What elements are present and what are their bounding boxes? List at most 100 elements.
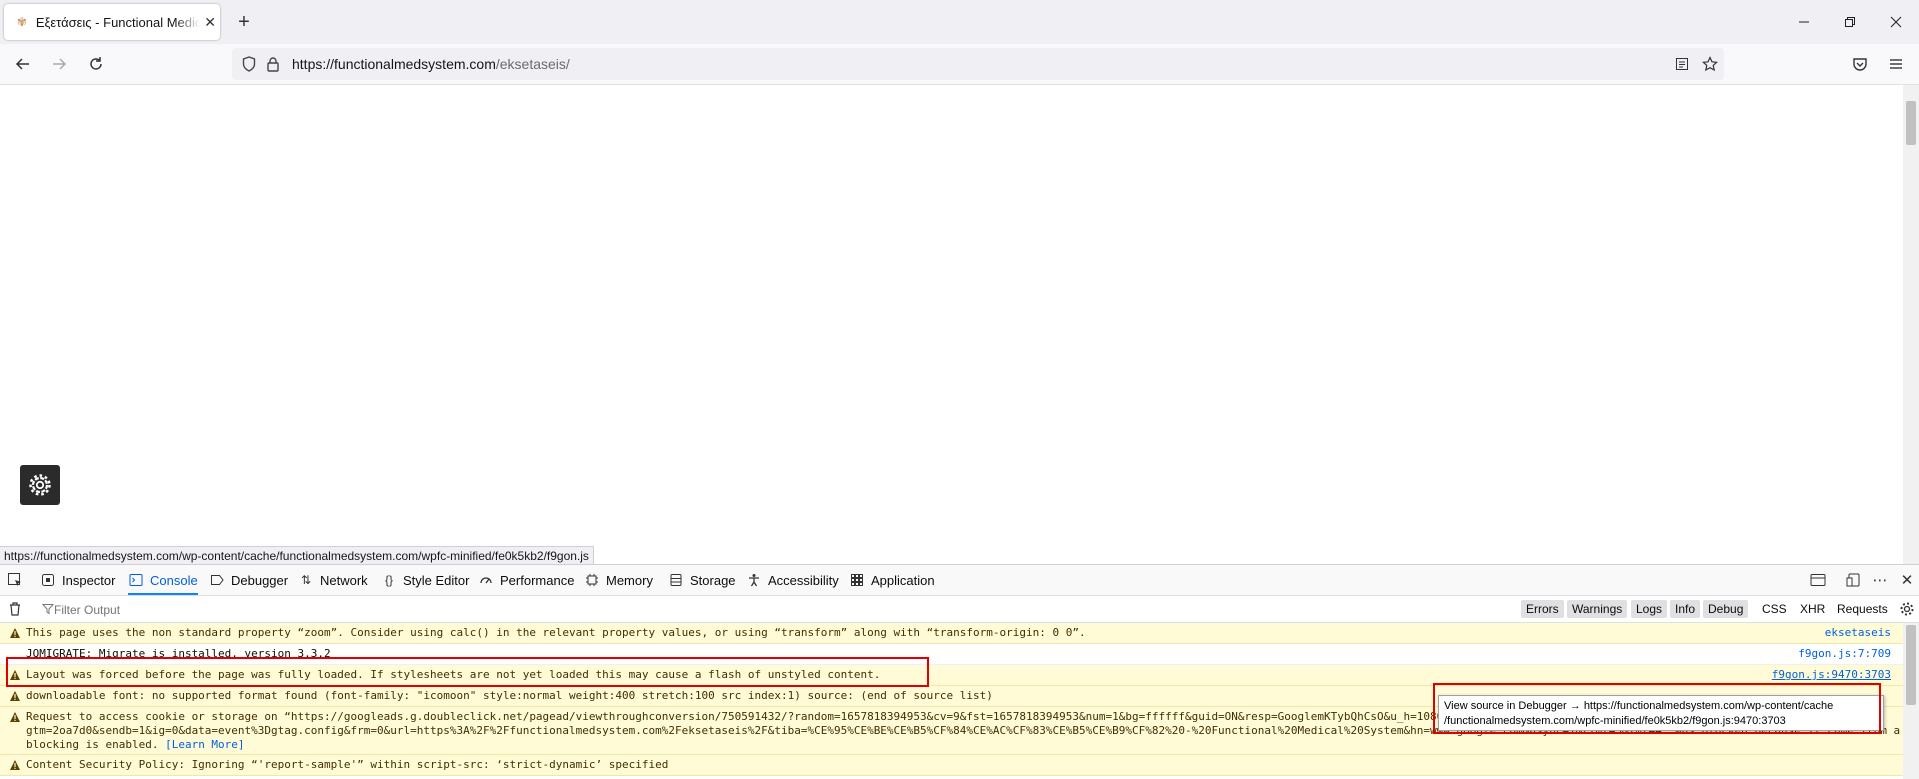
tab-debugger-label: Debugger [231, 572, 289, 588]
navigation-toolbar: https://functionalmedsystem.com/eksetase… [0, 44, 1919, 85]
pocket-button[interactable] [1846, 50, 1874, 78]
filter-css-button[interactable]: CSS [1757, 600, 1792, 618]
tab-performance-label: Performance [500, 572, 575, 588]
tab-console[interactable]: Console [128, 565, 198, 595]
console-icon [128, 572, 144, 588]
filter-requests-button[interactable]: Requests [1832, 600, 1893, 618]
address-bar[interactable]: https://functionalmedsystem.com/eksetase… [232, 48, 1724, 80]
trash-icon[interactable] [8, 601, 24, 617]
console-message[interactable]: JQMIGRATE: Migrate is installed, version… [0, 644, 1903, 665]
tab-accessibility[interactable]: Accessibility [746, 565, 839, 595]
tab-memory[interactable]: Memory [584, 565, 653, 595]
tab-application[interactable]: Application [849, 565, 935, 595]
url-host: https://functionalmedsystem.com [292, 56, 496, 72]
curly-braces-icon: {} [384, 573, 393, 587]
tab-memory-label: Memory [606, 572, 653, 588]
browser-tab[interactable]: ✾ Εξετάσεις - Functional Medical System … [4, 4, 220, 40]
console-settings-gear-icon[interactable] [1897, 599, 1917, 619]
back-button[interactable] [9, 50, 37, 78]
console-message-source[interactable]: f9gon.js:9470:3703 [1772, 668, 1891, 682]
page-scrollbar-thumb[interactable] [1906, 101, 1916, 145]
performance-gauge-icon [478, 572, 494, 588]
inspector-icon [40, 572, 56, 588]
arrow-right-icon [53, 58, 67, 70]
more-options-icon[interactable]: ⋯ [1870, 570, 1890, 590]
tab-storage[interactable]: Storage [668, 565, 736, 595]
tab-application-label: Application [871, 572, 935, 588]
tracking-shield-icon[interactable] [240, 55, 258, 73]
console-message-text: downloadable font: no supported format f… [26, 689, 993, 702]
filter-warnings-button[interactable]: Warnings [1567, 600, 1628, 618]
console-scrollbar[interactable] [1903, 623, 1919, 779]
learn-more-link[interactable]: [Learn More] [165, 738, 244, 751]
new-tab-button[interactable]: + [232, 10, 256, 34]
filter-xhr-button[interactable]: XHR [1795, 600, 1830, 618]
arrow-left-icon [15, 58, 29, 70]
filter-logs-button[interactable]: Logs [1631, 600, 1668, 618]
devtools-panel: Inspector Console Debugger ⇅ Network {} … [0, 564, 1919, 779]
close-window-icon[interactable] [1873, 0, 1919, 44]
console-filter-bar: Errors Warnings Logs Info Debug CSS XHR … [0, 596, 1919, 623]
tab-style-editor-label: Style Editor [403, 572, 470, 588]
tab-style-editor[interactable]: {} Style Editor [381, 565, 470, 595]
app-menu-button[interactable] [1882, 50, 1910, 78]
lock-icon[interactable] [264, 55, 282, 73]
element-picker-button[interactable] [7, 565, 29, 595]
tab-performance[interactable]: Performance [478, 565, 574, 595]
console-message-source[interactable]: eksetaseis [1825, 626, 1891, 640]
devtools-toolbar: Inspector Console Debugger ⇅ Network {} … [0, 565, 1919, 596]
bookmark-star-icon[interactable] [1700, 54, 1720, 74]
console-message-source[interactable]: f9gon.js:7:709 [1798, 647, 1891, 661]
tab-network-label: Network [320, 572, 368, 588]
tab-title: Εξετάσεις - Functional Medical System [35, 14, 201, 30]
tab-inspector[interactable]: Inspector [40, 565, 115, 595]
console-message-text: Request to access cookie or storage on “… [26, 710, 1576, 723]
tab-debugger[interactable]: Debugger [209, 565, 288, 595]
split-console-icon[interactable] [1808, 570, 1828, 590]
network-icon: ⇅ [300, 573, 312, 587]
responsive-design-icon[interactable] [1844, 570, 1864, 590]
warning-icon [10, 691, 20, 701]
tab-console-label: Console [150, 572, 198, 588]
tooltip-line: View source in Debugger → https://functi… [1444, 700, 1834, 712]
memory-chip-icon [584, 572, 600, 588]
debugger-icon [209, 572, 225, 588]
reader-view-icon[interactable] [1672, 54, 1692, 74]
tab-strip: ✾ Εξετάσεις - Functional Medical System … [0, 0, 1919, 44]
settings-widget-button[interactable] [20, 465, 60, 505]
filter-info-button[interactable]: Info [1670, 600, 1701, 618]
warning-icon [10, 712, 20, 722]
minimize-window-icon[interactable] [1781, 0, 1827, 44]
filter-output-input[interactable] [38, 599, 956, 621]
restore-window-icon[interactable] [1827, 0, 1873, 44]
tab-inspector-label: Inspector [62, 572, 116, 588]
console-scrollbar-thumb[interactable] [1906, 625, 1916, 705]
console-message[interactable]: Layout was forced before the page was fu… [0, 665, 1903, 686]
pocket-icon [1853, 58, 1867, 71]
view-source-tooltip: View source in Debugger → https://functi… [1438, 695, 1884, 731]
close-tab-icon[interactable]: ✕ [200, 12, 220, 32]
accessibility-icon [746, 572, 762, 588]
reload-icon [90, 57, 102, 70]
tab-network[interactable]: ⇅ Network [298, 565, 368, 595]
site-favicon-icon: ✾ [16, 15, 27, 29]
console-message-text: Content Security Policy: Ignoring “'repo… [26, 758, 669, 771]
tooltip-line: /functionalmedsystem.com/wpfc-minified/f… [1444, 715, 1786, 727]
filter-debug-button[interactable]: Debug [1703, 600, 1749, 618]
url-text[interactable]: https://functionalmedsystem.com/eksetase… [292, 56, 570, 72]
console-message-text: Layout was forced before the page was fu… [26, 668, 881, 681]
console-message-text: This page uses the non standard property… [26, 626, 1086, 639]
hamburger-menu-icon [1890, 59, 1902, 69]
tab-accessibility-label: Accessibility [768, 572, 839, 588]
forward-button[interactable] [45, 50, 73, 78]
element-picker-icon [7, 572, 23, 588]
filter-errors-button[interactable]: Errors [1521, 600, 1564, 618]
console-message[interactable]: Content Security Policy: Ignoring “'repo… [0, 755, 1903, 776]
page-scrollbar[interactable] [1903, 85, 1919, 564]
reload-button[interactable] [82, 50, 110, 78]
close-devtools-icon[interactable]: ✕ [1897, 570, 1917, 590]
page-content: https://functionalmedsystem.com/wp-conte… [0, 85, 1919, 565]
application-grid-icon [849, 572, 865, 588]
console-message[interactable]: This page uses the non standard property… [0, 623, 1903, 644]
tab-storage-label: Storage [690, 572, 736, 588]
